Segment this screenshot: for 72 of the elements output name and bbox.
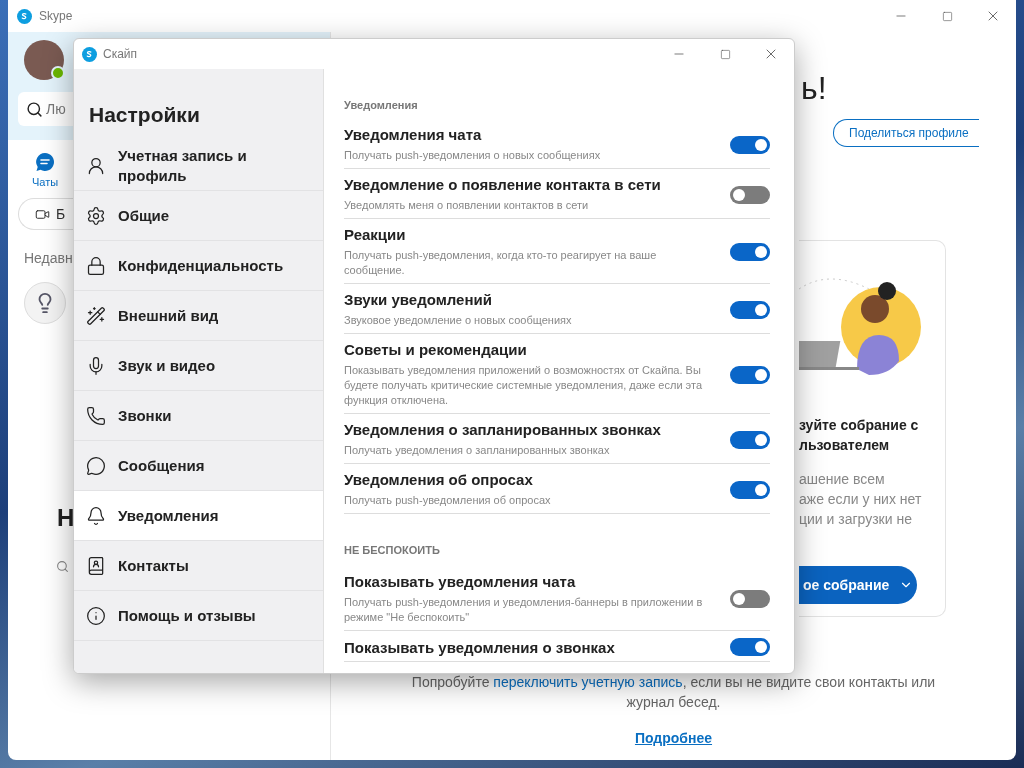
setting-description: Получать push-уведомления и уведомления-баннеры в приложении в режиме "Не беспокоить" <box>344 595 704 625</box>
settings-menu-item[interactable]: Контакты <box>74 541 323 591</box>
toggle-switch[interactable] <box>730 590 770 608</box>
toggle-switch[interactable] <box>730 480 770 499</box>
setting-description: Уведомлять меня о появлении контактов в сети <box>344 198 590 213</box>
menu-item-icon <box>86 155 106 176</box>
switch-account-link[interactable]: переключить учетную запись <box>493 674 683 690</box>
skype-logo-icon <box>82 46 97 62</box>
setting-description: Получать push-уведомления об опросах <box>344 493 552 508</box>
chat-bubble-icon <box>35 152 56 172</box>
settings-menu-item[interactable]: Учетная запись и профиль <box>74 141 323 191</box>
toggle-switch[interactable] <box>730 638 770 656</box>
settings-menu-item[interactable]: Внешний вид <box>74 291 323 341</box>
learn-more-link[interactable]: Подробнее <box>634 730 713 746</box>
settings-menu-item[interactable]: Звонки <box>74 391 323 441</box>
setting-description: Получать уведомления о запланированных звонках <box>344 443 611 458</box>
setting-title: Уведомление о появление контакта в сети <box>344 176 662 193</box>
settings-menu-item[interactable]: Уведомления <box>74 491 323 541</box>
greeting-heading: ь! <box>801 70 827 107</box>
menu-item-icon <box>86 255 106 276</box>
toggle-switch[interactable] <box>730 243 770 261</box>
menu-item-icon <box>86 555 106 576</box>
menu-item-icon <box>86 505 106 526</box>
maximize-icon <box>941 10 953 22</box>
dialog-title: Скайп <box>103 47 138 61</box>
setting-title: Показывать уведомления о звонках <box>344 638 616 656</box>
settings-heading: Настройки <box>89 103 201 127</box>
setting-title: Показывать уведомления чата <box>344 573 577 590</box>
toggle-switch[interactable] <box>730 135 770 154</box>
setting-title: Советы и рекомендации <box>344 341 528 358</box>
setting-description: Звуковое уведомление о новых сообщениях <box>344 313 573 328</box>
menu-item-icon <box>86 305 106 326</box>
setting-title: Звуки уведомлений <box>344 291 493 308</box>
maximize-icon <box>719 48 731 60</box>
section-title: Уведомления <box>344 99 419 111</box>
presence-dot <box>51 66 65 80</box>
window-title: Skype <box>39 9 73 23</box>
section-title: НЕ БЕСПОКОИТЬ <box>344 544 441 556</box>
search-field[interactable]: Лю <box>18 92 73 126</box>
setting-title: Уведомления чата <box>344 126 483 143</box>
avatar-photo[interactable] <box>24 40 64 80</box>
settings-menu-item[interactable]: Конфиденциальность <box>74 241 323 291</box>
card-text: ашение всем аже если у них нет ции и загрузки не <box>799 470 923 529</box>
toggle-switch[interactable] <box>730 430 770 449</box>
menu-item-icon <box>86 405 106 426</box>
settings-menu-item[interactable]: Звук и видео <box>74 341 323 391</box>
heading: Н <box>57 504 75 532</box>
menu-item-icon <box>86 455 106 476</box>
settings-menu-item[interactable]: Помощь и отзывы <box>74 591 323 641</box>
setting-title: Реакции <box>344 226 407 243</box>
toggle-switch[interactable] <box>730 185 770 204</box>
setting-title: Уведомления об опросах <box>344 471 534 488</box>
meeting-button[interactable]: ое собрание <box>799 566 917 604</box>
setting-description: Показывать уведомления приложений о возможностях от Скайпа. Вы будете получать критические системные уведомления, даже если эта функция отключена. <box>344 363 703 408</box>
meet-button[interactable]: Б <box>18 198 73 230</box>
setting-description: Получать push-уведомления о новых сообщениях <box>344 148 602 163</box>
setting-title: Уведомления о запланированных звонках <box>344 421 662 438</box>
search-icon <box>26 100 43 118</box>
settings-menu-item[interactable]: Общие <box>74 191 323 241</box>
menu-item-icon <box>86 205 106 226</box>
switch-account-hint: Попробуйте переключить учетную запись, если вы не видите свои контакты или журнал бесед. <box>410 673 937 712</box>
chat-avatar[interactable] <box>24 282 66 324</box>
chats-tab[interactable]: Чаты <box>32 152 59 188</box>
search-icon <box>56 560 69 573</box>
share-profile-button[interactable]: Поделиться профиле <box>833 119 979 147</box>
card-title: зуйте собрание с льзователем <box>799 416 920 455</box>
skype-logo-icon <box>17 8 32 24</box>
toggle-switch[interactable] <box>730 365 770 384</box>
toggle-switch[interactable] <box>730 300 770 319</box>
section-heading: Недавн <box>24 250 73 266</box>
setting-description: Получать push-уведомления, когда кто-то реагирует на ваше сообщение. <box>344 248 658 278</box>
menu-item-icon <box>86 605 106 626</box>
